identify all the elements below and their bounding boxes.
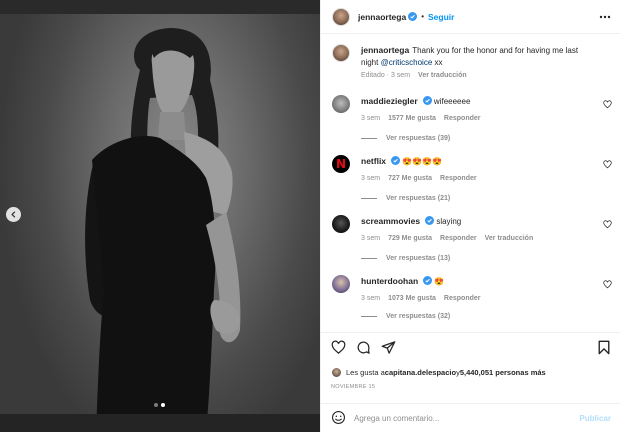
caption-username[interactable]: jennaortega — [361, 45, 409, 55]
photo-bottom-strip — [0, 414, 320, 432]
carousel-dot-active — [161, 403, 165, 407]
comment-input[interactable] — [354, 414, 554, 423]
photo-subject-figure — [85, 28, 241, 432]
post-sidebar: jennaortega • Seguir jennaortega Thank yo… — [320, 0, 620, 432]
verified-badge-icon — [423, 276, 433, 285]
comment-time[interactable]: 3 sem — [361, 295, 380, 302]
comment-username[interactable]: maddieziegler — [361, 96, 418, 106]
follow-button[interactable]: Seguir — [428, 12, 454, 22]
bookmark-icon — [598, 340, 610, 355]
comment-text: slaying — [436, 217, 462, 226]
avatar[interactable] — [332, 275, 350, 293]
comments-list[interactable]: jennaortega Thank you for the honor and f… — [321, 34, 620, 332]
heart-icon[interactable] — [603, 280, 612, 289]
verified-badge-icon — [391, 156, 401, 165]
carousel-previous-button[interactable] — [6, 207, 21, 222]
avatar — [331, 367, 342, 378]
avatar[interactable] — [332, 215, 350, 233]
publish-button[interactable]: Publicar — [579, 414, 611, 423]
reply-button[interactable]: Responder — [444, 115, 481, 122]
heart-icon[interactable] — [603, 220, 612, 229]
comment-bubble-icon — [357, 341, 370, 354]
caption-translate-link[interactable]: Ver traducción — [418, 72, 467, 79]
view-replies-button[interactable]: Ver respuestas (32) — [361, 313, 450, 320]
comment-translate-link[interactable]: Ver traducción — [485, 235, 534, 242]
like-button[interactable] — [331, 340, 346, 357]
verified-badge-icon — [408, 12, 418, 21]
heart-icon — [331, 340, 346, 354]
reply-button[interactable]: Responder — [440, 175, 477, 182]
reply-button[interactable]: Responder — [440, 235, 477, 242]
heart-icon[interactable] — [603, 160, 612, 169]
paper-plane-icon — [381, 341, 396, 354]
comment-time[interactable]: 3 sem — [361, 235, 380, 242]
chevron-left-icon — [11, 211, 16, 218]
avatar[interactable]: N — [332, 155, 350, 173]
comment-time[interactable]: 3 sem — [361, 175, 380, 182]
reply-button[interactable]: Responder — [444, 295, 481, 302]
smiley-icon — [332, 411, 345, 424]
comment-button[interactable] — [356, 340, 371, 357]
avatar[interactable] — [332, 95, 350, 113]
save-button[interactable] — [597, 340, 611, 357]
view-replies-button[interactable]: Ver respuestas (13) — [361, 255, 450, 262]
comment-likes[interactable]: 727 Me gusta — [388, 175, 432, 182]
heart-icon[interactable] — [603, 100, 612, 109]
verified-badge-icon — [422, 96, 432, 105]
comment-likes[interactable]: 729 Me gusta — [388, 235, 432, 242]
comment-username[interactable]: netflix — [361, 156, 386, 166]
comment-time[interactable]: 3 sem — [361, 115, 380, 122]
comment-username[interactable]: hunterdoohan — [361, 276, 418, 286]
emoji-button[interactable] — [331, 410, 346, 427]
carousel-dot — [154, 403, 158, 407]
likes-count[interactable]: 5,440,051 personas más — [460, 368, 546, 377]
avatar[interactable] — [332, 44, 350, 62]
likes-summary[interactable]: Les gusta a capitana.delespacio y 5,440,… — [331, 367, 546, 378]
comment-likes[interactable]: 1073 Me gusta — [388, 295, 436, 302]
comment-text: wifeeeeee — [433, 97, 471, 106]
more-options-icon[interactable] — [599, 11, 611, 23]
separator-dot: • — [421, 12, 424, 21]
comment-text: 😍 — [434, 277, 445, 286]
caption-text: jennaortega Thank you for the honor and f… — [361, 45, 596, 68]
share-button[interactable] — [381, 340, 396, 357]
likes-prefix: Les gusta a — [346, 368, 385, 377]
caption-suffix: xx — [432, 57, 443, 67]
avatar[interactable] — [332, 7, 350, 26]
post-actions: Les gusta a capitana.delespacio y 5,440,… — [321, 332, 620, 432]
header-username[interactable]: jennaortega — [358, 12, 406, 22]
verified-badge-icon — [425, 216, 435, 225]
carousel-dots — [154, 403, 165, 407]
likes-user[interactable]: capitana.delespacio — [385, 368, 456, 377]
view-replies-button[interactable]: Ver respuestas (21) — [361, 195, 450, 202]
caption-edited: Editado · 3 sem — [361, 72, 411, 79]
view-replies-button[interactable]: Ver respuestas (39) — [361, 135, 450, 142]
post-header: jennaortega • Seguir — [321, 0, 620, 34]
comment-username[interactable]: screammovies — [361, 216, 420, 226]
comment-text: 😍😍😍😍 — [402, 157, 443, 166]
post-photo[interactable] — [0, 0, 320, 432]
comment-form: Publicar — [321, 403, 620, 432]
caption-mention[interactable]: @criticschoice — [381, 58, 433, 67]
post-date[interactable]: NOVIEMBRE 15 — [331, 384, 375, 390]
comment-likes[interactable]: 1577 Me gusta — [388, 115, 436, 122]
